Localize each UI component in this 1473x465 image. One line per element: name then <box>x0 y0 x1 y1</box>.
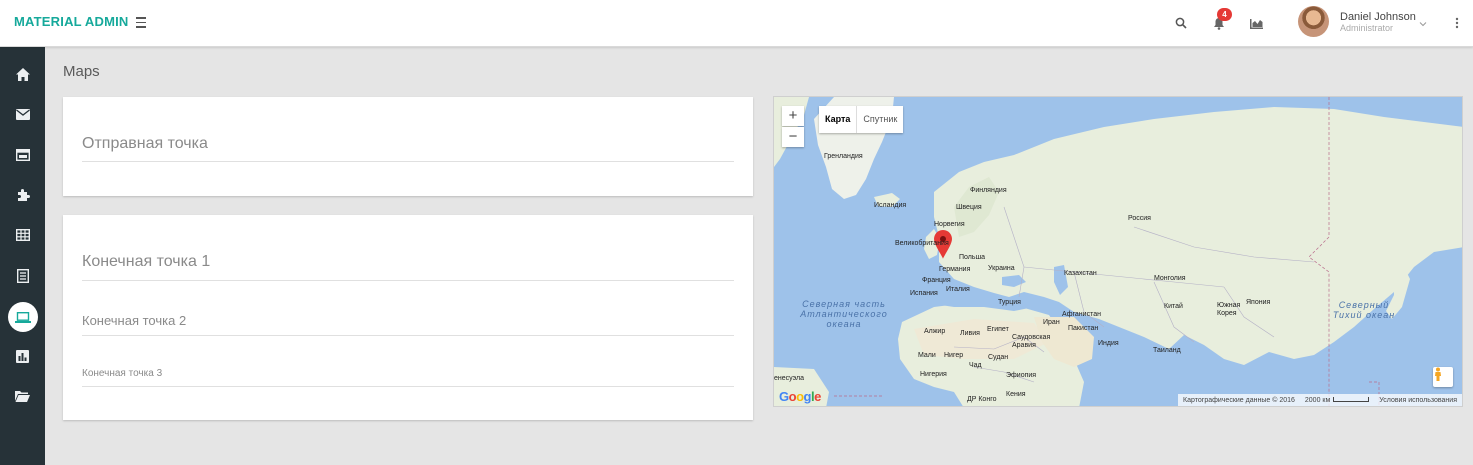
map-label: Япония <box>1246 299 1271 306</box>
map-terms-link[interactable]: Условия использования <box>1374 397 1462 404</box>
map-label: Гренландия <box>824 153 863 160</box>
active-indicator <box>7 302 38 332</box>
sidebar-item-forms[interactable] <box>0 258 45 294</box>
sidebar-item-charts[interactable] <box>0 338 45 374</box>
sidebar-item-widgets[interactable] <box>0 177 45 213</box>
map-attribution: Картографические данные © 2016 <box>1183 396 1295 404</box>
map-label: Южная Корея <box>1217 302 1241 317</box>
map-label: Судан <box>988 354 1009 361</box>
sidebar-item-home[interactable] <box>0 56 45 92</box>
map-label: Финляндия <box>970 187 1007 194</box>
map-label: Исландия <box>874 202 907 209</box>
map-label: Чад <box>969 362 982 369</box>
top-header: MATERIAL ADMIN 4 Daniel Johnson Administ… <box>0 0 1473 47</box>
map-type-control: Карта Спутник <box>819 106 904 133</box>
destinations-card: Конечная точка 1 Конечная точка 2 Конечн… <box>63 215 753 420</box>
stats-icon[interactable] <box>1247 14 1265 32</box>
map-label: Франция <box>922 277 951 284</box>
map-label: Нигерия <box>920 371 947 378</box>
folder-icon <box>15 391 30 402</box>
map-label: Иран <box>1043 319 1060 326</box>
laptop-icon <box>14 311 31 323</box>
map-label: Норвегия <box>934 221 965 228</box>
map-label: Египет <box>987 326 1009 333</box>
map-footer: Картографические данные © 2016 2000 км У… <box>1178 394 1462 406</box>
sidebar-item-tables[interactable] <box>0 217 45 253</box>
origin-card: Отправная точка <box>63 97 753 196</box>
map-label: Турция <box>998 299 1021 306</box>
user-role: Administrator <box>1340 23 1394 33</box>
map-label: Китай <box>1164 303 1183 310</box>
chevron-down-icon[interactable] <box>1414 15 1432 33</box>
map-label: Италия <box>946 286 970 293</box>
pegman-icon[interactable] <box>1433 367 1453 387</box>
map-type-satellite-button[interactable]: Спутник <box>857 106 903 133</box>
map-label: Афганистан <box>1062 311 1101 318</box>
map-label: Пакистан <box>1068 325 1099 332</box>
map-label: Германия <box>939 266 971 273</box>
brand-logo[interactable]: MATERIAL ADMIN <box>14 14 129 29</box>
more-vert-icon[interactable] <box>1448 14 1466 32</box>
origin-input[interactable]: Отправная точка <box>82 135 734 162</box>
map-scale: 2000 км <box>1300 397 1374 404</box>
sidebar-item-maps[interactable] <box>0 299 45 335</box>
map-label: ДР Конго <box>967 396 997 403</box>
map-label: Мали <box>918 352 936 359</box>
destination-1-input[interactable]: Конечная точка 1 <box>82 253 734 281</box>
map-label: Польша <box>959 254 986 261</box>
map-label: Алжир <box>924 328 946 335</box>
google-map[interactable]: Гренландия Исландия Финляндия Швеция Нор… <box>773 96 1463 407</box>
notification-badge: 4 <box>1217 8 1232 21</box>
destination-3-input[interactable]: Конечная точка 3 <box>82 368 734 387</box>
map-label: Эфиопия <box>1006 372 1037 379</box>
map-label: Саудовская Аравия <box>1012 334 1051 349</box>
search-icon[interactable] <box>1172 14 1190 32</box>
map-label: Ливия <box>960 330 980 337</box>
sidebar-item-files[interactable] <box>0 378 45 414</box>
ocean-label-pacific: Северный Тихий океан <box>1332 300 1396 320</box>
map-canvas <box>774 97 1462 406</box>
map-label: Индия <box>1098 340 1119 347</box>
user-avatar[interactable] <box>1298 6 1329 37</box>
zoom-out-button[interactable]: − <box>782 127 804 147</box>
mail-icon <box>15 108 30 120</box>
page-title: Maps <box>63 63 100 80</box>
map-label: Нигер <box>944 352 964 359</box>
map-label: Казахстан <box>1064 270 1097 277</box>
ocean-label-atlantic: Северная часть Атлантического океана <box>800 299 888 329</box>
chart-icon <box>16 349 29 363</box>
map-label: Испания <box>910 290 938 297</box>
map-label: Россия <box>1128 215 1151 222</box>
form-icon <box>16 269 29 283</box>
home-icon <box>15 67 30 81</box>
google-logo[interactable]: Google <box>779 389 821 404</box>
calendar-icon <box>15 149 30 161</box>
destination-2-input[interactable]: Конечная точка 2 <box>82 313 734 336</box>
map-label: Швеция <box>956 204 982 211</box>
sidebar-item-calendar[interactable] <box>0 137 45 173</box>
map-label: Монголия <box>1154 275 1186 282</box>
sidebar-item-mail[interactable] <box>0 96 45 132</box>
puzzle-icon <box>17 189 30 201</box>
zoom-in-button[interactable]: + <box>782 106 804 126</box>
map-label: Кения <box>1006 391 1026 398</box>
map-label: Великобритания <box>895 240 949 247</box>
menu-toggle-icon[interactable] <box>136 14 148 30</box>
sidebar <box>0 47 45 465</box>
map-label: енесуэла <box>774 375 804 382</box>
map-label: Украина <box>988 265 1015 272</box>
map-label: Таиланд <box>1153 347 1181 354</box>
user-name[interactable]: Daniel Johnson <box>1340 11 1416 23</box>
map-type-map-button[interactable]: Карта <box>819 106 858 133</box>
table-icon <box>15 229 30 241</box>
